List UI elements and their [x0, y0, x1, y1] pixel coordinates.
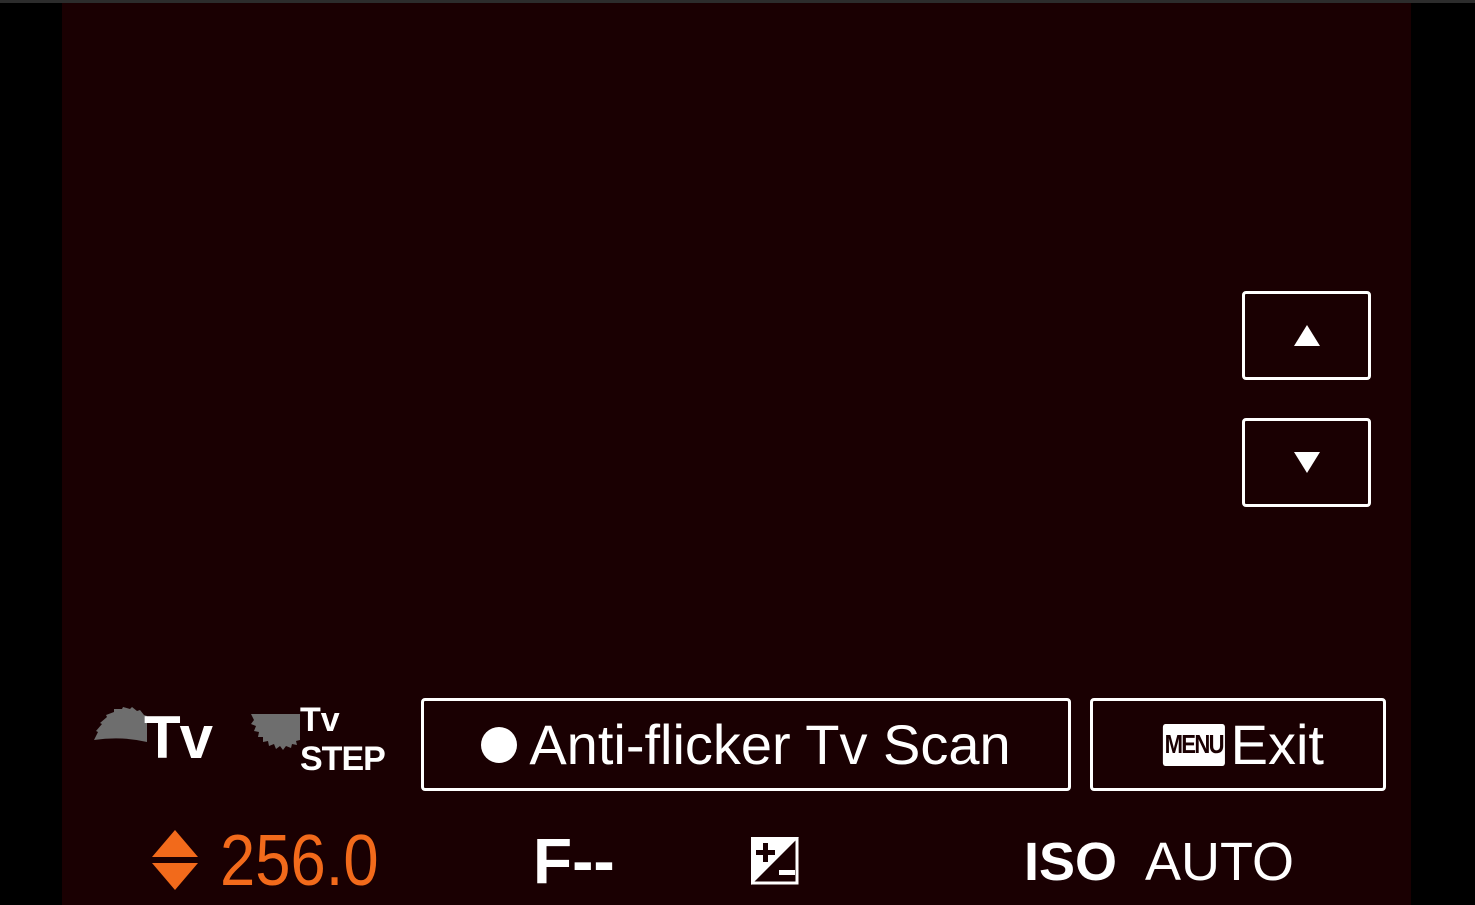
iso-value: AUTO	[1145, 832, 1295, 892]
up-down-arrows-icon	[152, 830, 198, 892]
step-dial-label-top: Tv	[300, 701, 340, 739]
exit-button[interactable]: MENU Exit	[1090, 698, 1386, 791]
step-dial-label-bottom: STEP	[300, 740, 386, 778]
iso-label: ISO	[1024, 832, 1118, 892]
shutter-speed-value: 256.0	[220, 821, 379, 901]
main-dial-label: Tv	[144, 704, 213, 771]
menu-badge-icon: MENU	[1162, 723, 1225, 766]
main-dial-icon	[94, 707, 147, 742]
iso-display: ISO AUTO	[1024, 829, 1294, 895]
record-dot-icon	[481, 726, 518, 763]
anti-flicker-scan-button[interactable]: Anti-flicker Tv Scan	[421, 698, 1071, 791]
exposure-compensation-icon[interactable]	[750, 836, 800, 886]
shutter-speed-display: 256.0	[152, 821, 400, 901]
camera-screen: Tv Tv STEP Anti-flicker Tv Scan MENU Exi…	[0, 0, 1475, 905]
sub-dial-icon	[251, 714, 300, 750]
triangle-up-icon	[1293, 325, 1320, 346]
tv-step-indicator: Tv STEP	[250, 702, 390, 780]
exit-button-label: Exit	[1230, 712, 1324, 776]
increase-button[interactable]	[1242, 291, 1371, 380]
triangle-down-icon	[1293, 452, 1320, 473]
main-dial-tv-indicator: Tv	[92, 704, 222, 771]
decrease-button[interactable]	[1242, 418, 1371, 507]
aperture-value: F--	[533, 825, 615, 897]
scan-button-label: Anti-flicker Tv Scan	[529, 712, 1011, 776]
